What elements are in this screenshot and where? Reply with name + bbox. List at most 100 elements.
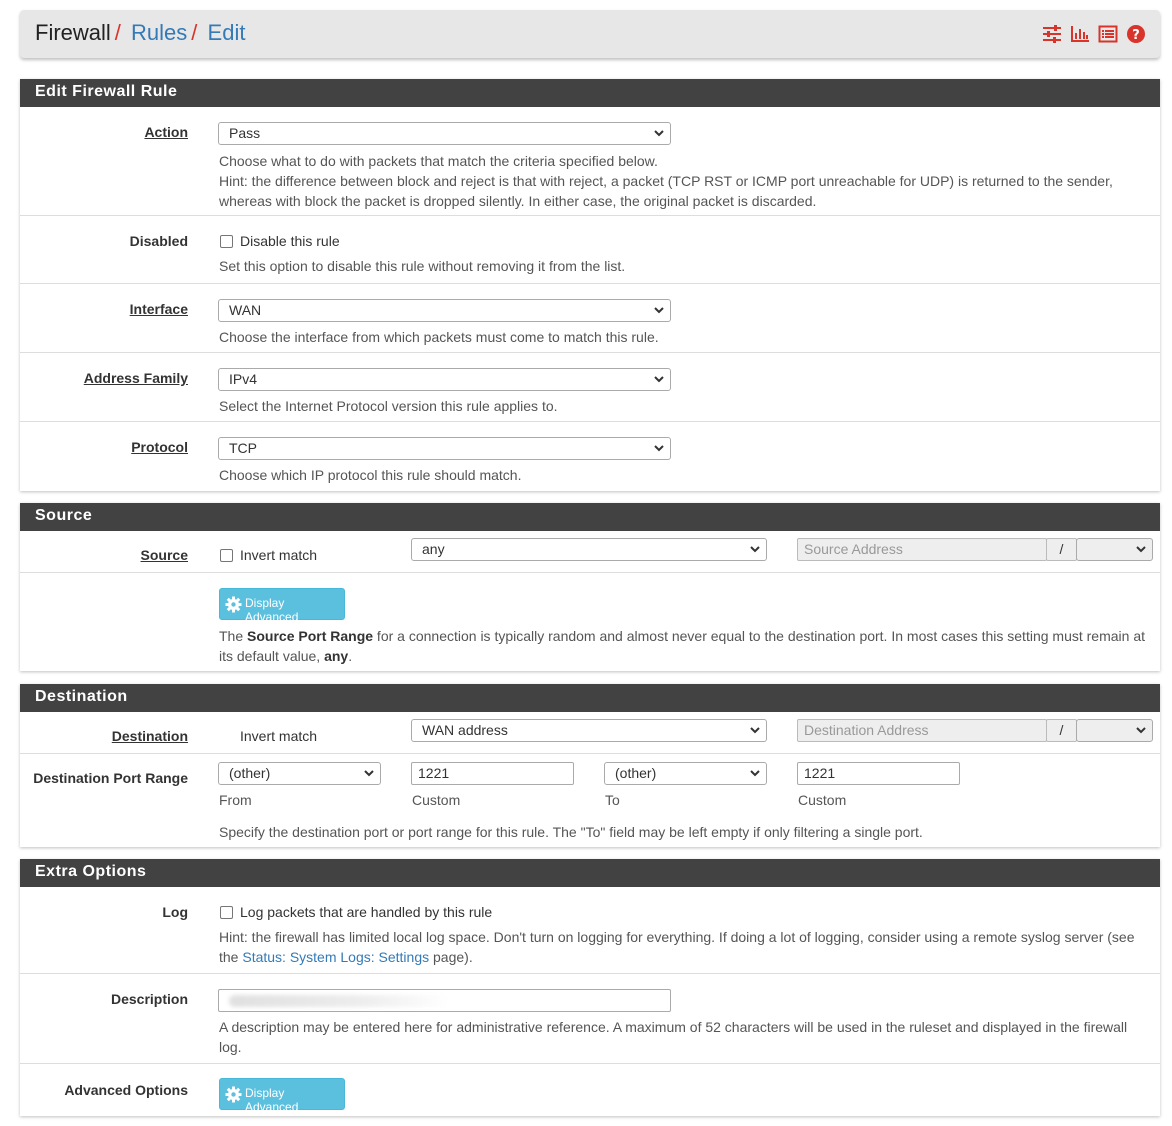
source-display-advanced-button[interactable]: Display Advanced bbox=[219, 588, 345, 624]
description-row: Description A description may be entered… bbox=[20, 974, 1160, 1064]
list-icon[interactable] bbox=[1098, 24, 1118, 44]
source-address-input[interactable]: Source Address bbox=[797, 538, 1047, 561]
source-address-placeholder: Source Address bbox=[804, 541, 903, 557]
source-invert-label: Invert match bbox=[240, 547, 318, 563]
edit-rule-panel: Edit Firewall Rule Action Pass Choose wh… bbox=[20, 79, 1160, 491]
gear-icon bbox=[225, 596, 242, 613]
disabled-help: Set this option to disable this rule wit… bbox=[219, 258, 626, 274]
action-help-text: Choose what to do with packets that matc… bbox=[219, 153, 658, 169]
action-hint-text: Hint: the difference between block and r… bbox=[219, 173, 1113, 209]
source-type-select[interactable]: any bbox=[411, 538, 767, 561]
sliders-icon[interactable] bbox=[1042, 24, 1062, 44]
destination-panel: Destination Destination Invert match WAN… bbox=[20, 684, 1160, 847]
description-help: A description may be entered here for ad… bbox=[219, 1019, 1128, 1055]
destination-invert-label: Invert match bbox=[240, 728, 318, 744]
port-to-sub: To bbox=[605, 792, 620, 808]
port-from-custom-sub: Custom bbox=[412, 792, 461, 808]
interface-label: Interface bbox=[129, 301, 188, 317]
source-port-help: The Source Port Range for a connection i… bbox=[219, 626, 1149, 666]
address-family-select[interactable]: IPv4 bbox=[218, 368, 671, 391]
address-family-select-value: IPv4 bbox=[229, 371, 258, 387]
redacted-description bbox=[229, 995, 449, 1007]
source-panel: Source Source Invert match any Source Ad… bbox=[20, 503, 1160, 671]
destination-label: Destination bbox=[111, 728, 188, 744]
action-label: Action bbox=[144, 124, 188, 140]
help-icon[interactable]: ? bbox=[1126, 24, 1146, 44]
disabled-label: Disabled bbox=[129, 233, 188, 249]
destination-row: Destination Invert match WAN address Des… bbox=[20, 712, 1160, 754]
gear-icon bbox=[225, 1086, 242, 1103]
action-row: Action Pass Choose what to do with packe… bbox=[20, 107, 1160, 216]
breadcrumb-separator: / bbox=[191, 20, 198, 45]
disabled-row: Disabled Disable this rule Set this opti… bbox=[20, 216, 1160, 284]
disable-rule-checkbox[interactable] bbox=[220, 235, 233, 248]
destination-address-input[interactable]: Destination Address bbox=[797, 719, 1047, 742]
log-checkbox-label: Log packets that are handled by this rul… bbox=[240, 904, 493, 920]
source-slash: / bbox=[1046, 538, 1077, 561]
address-family-label: Address Family bbox=[83, 370, 188, 386]
help-text: The bbox=[219, 628, 248, 644]
breadcrumb-separator: / bbox=[114, 20, 121, 45]
breadcrumb-rules-link[interactable]: Rules bbox=[131, 20, 187, 45]
help-bold-text: any bbox=[324, 648, 349, 664]
breadcrumb: Firewall / Rules / Edit bbox=[35, 20, 245, 46]
disable-rule-label: Disable this rule bbox=[240, 233, 340, 249]
button-label: Display Advanced bbox=[245, 1086, 299, 1114]
help-text: page). bbox=[429, 949, 473, 965]
help-text: . bbox=[348, 648, 353, 664]
port-to-custom-input[interactable]: 1221 bbox=[797, 762, 960, 785]
bar-chart-icon[interactable] bbox=[1070, 24, 1090, 44]
description-input[interactable] bbox=[218, 989, 671, 1012]
port-from-value: (other) bbox=[229, 765, 271, 781]
chevron-down-icon bbox=[750, 727, 760, 734]
interface-select[interactable]: WAN bbox=[218, 299, 671, 322]
log-label: Log bbox=[162, 904, 188, 920]
source-row: Source Invert match any Source Address / bbox=[20, 531, 1160, 573]
panel-heading: Extra Options bbox=[20, 859, 1160, 887]
destination-port-help: Specify the destination port or port ran… bbox=[219, 824, 923, 840]
action-select[interactable]: Pass bbox=[218, 122, 671, 145]
chevron-down-icon bbox=[654, 376, 664, 383]
port-from-custom-value: 1221 bbox=[418, 765, 450, 781]
protocol-row: Protocol TCP Choose which IP protocol th… bbox=[20, 422, 1160, 491]
destination-mask-select[interactable] bbox=[1076, 719, 1153, 742]
interface-select-value: WAN bbox=[229, 302, 262, 318]
advanced-options-label: Advanced Options bbox=[64, 1082, 188, 1098]
chevron-down-icon bbox=[1136, 727, 1146, 734]
port-from-custom-input[interactable]: 1221 bbox=[411, 762, 574, 785]
svg-text:?: ? bbox=[1132, 28, 1140, 43]
help-bold-text: Source Port Range bbox=[247, 628, 374, 644]
breadcrumb-bar: Firewall / Rules / Edit ? bbox=[20, 10, 1160, 58]
log-row: Log Log packets that are handled by this… bbox=[20, 887, 1160, 974]
log-checkbox[interactable] bbox=[220, 906, 233, 919]
breadcrumb-edit-link[interactable]: Edit bbox=[208, 20, 246, 45]
description-label: Description bbox=[110, 991, 188, 1007]
destination-port-label: Destination Port Range bbox=[33, 770, 188, 786]
system-logs-settings-link[interactable]: Status: System Logs: Settings bbox=[242, 949, 429, 965]
port-to-custom-sub: Custom bbox=[798, 792, 847, 808]
protocol-help: Choose which IP protocol this rule shoul… bbox=[219, 467, 522, 483]
destination-type-value: WAN address bbox=[422, 722, 508, 738]
chevron-down-icon bbox=[750, 770, 760, 777]
source-invert-checkbox[interactable] bbox=[220, 549, 233, 562]
destination-type-select[interactable]: WAN address bbox=[411, 719, 767, 742]
chevron-down-icon bbox=[654, 445, 664, 452]
port-to-select[interactable]: (other) bbox=[604, 762, 767, 785]
port-from-select[interactable]: (other) bbox=[218, 762, 381, 785]
panel-heading: Source bbox=[20, 503, 1160, 531]
source-mask-select[interactable] bbox=[1076, 538, 1153, 561]
source-type-value: any bbox=[422, 541, 445, 557]
panel-heading: Destination bbox=[20, 684, 1160, 712]
port-from-sub: From bbox=[219, 792, 252, 808]
chevron-down-icon bbox=[654, 307, 664, 314]
action-help: Choose what to do with packets that matc… bbox=[219, 151, 1139, 211]
destination-address-placeholder: Destination Address bbox=[804, 722, 929, 738]
advanced-options-display-button[interactable]: Display Advanced bbox=[219, 1078, 345, 1114]
interface-help: Choose the interface from which packets … bbox=[219, 329, 659, 345]
chevron-down-icon bbox=[654, 130, 664, 137]
protocol-label: Protocol bbox=[131, 439, 188, 455]
source-label: Source bbox=[140, 547, 188, 563]
protocol-select[interactable]: TCP bbox=[218, 437, 671, 460]
breadcrumb-firewall: Firewall bbox=[35, 20, 111, 45]
port-to-value: (other) bbox=[615, 765, 657, 781]
